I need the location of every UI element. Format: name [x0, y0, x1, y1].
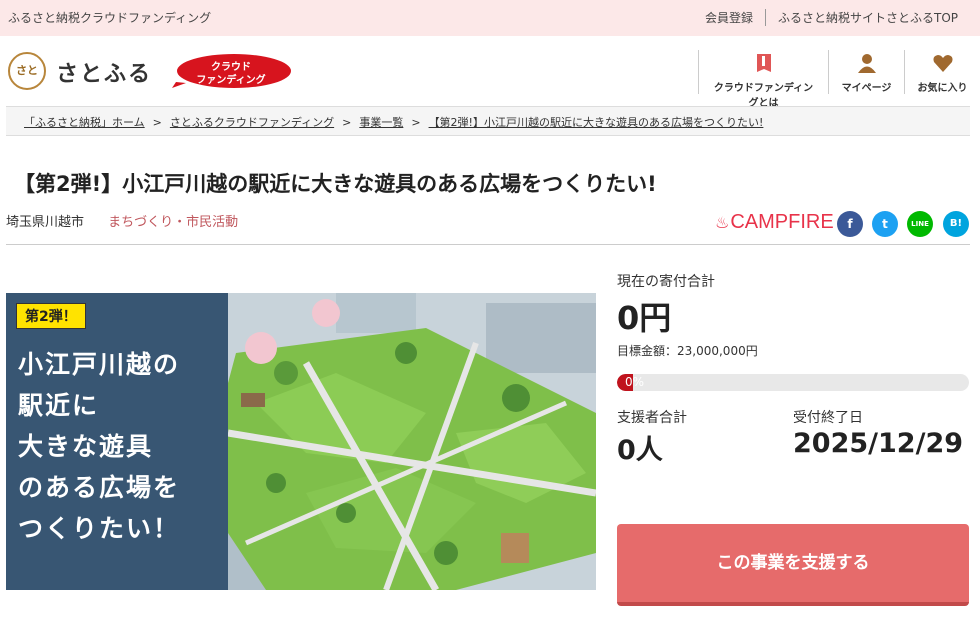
top-links: 会員登録 ふるさと納税サイトさとふるTOP — [693, 9, 970, 26]
twitter-share-icon[interactable]: t — [872, 211, 898, 237]
hero-tag: 第2弾！ — [16, 303, 86, 329]
divider — [6, 244, 970, 245]
progress-percent: 0% — [625, 375, 645, 389]
project-city: 埼玉県川越市 — [6, 215, 85, 230]
logo-text[interactable]: さとふる — [56, 56, 152, 88]
breadcrumb-current[interactable]: 【第2弾!】小江戸川越の駅近に大きな遊具のある広場をつくりたい! — [429, 116, 764, 129]
project-meta: 埼玉県川越市 まちづくり・市民活動 — [6, 211, 238, 230]
hero-line-3: 大きな遊具 — [18, 432, 154, 461]
facebook-share-icon[interactable]: f — [837, 211, 863, 237]
logo-icon[interactable]: さと — [8, 52, 46, 90]
site-header: さと さとふる クラウド ファンディング クラウドファンディングとは マイページ — [0, 36, 980, 109]
hero-line-4: のある広場を — [18, 473, 181, 502]
nav-favorites-label: お気に入り — [917, 83, 968, 94]
hero-line-1: 小江戸川越の — [18, 350, 181, 379]
supporters-label: 支援者合計 — [617, 410, 687, 426]
deadline-label: 受付終了日 — [793, 410, 863, 426]
page-title: 【第2弾!】小江戸川越の駅近に大きな遊具のある広場をつくりたい! — [14, 172, 657, 196]
badge-line2: ファンディング — [196, 75, 266, 86]
nav-mypage-label: マイページ — [841, 83, 892, 94]
nav-mypage[interactable]: マイページ — [828, 50, 904, 94]
support-button[interactable]: この事業を支援する — [617, 524, 969, 606]
goal-amount: 目標金額：23,000,000円 — [617, 344, 758, 358]
book-icon — [756, 54, 771, 72]
hero-line-5: つくりたい！ — [18, 514, 181, 543]
crowdfunding-badge[interactable]: クラウド ファンディング — [170, 52, 292, 90]
campfire-label: CAMPFIRE — [730, 211, 834, 233]
top-bar: ふるさと納税クラウドファンディング 会員登録 ふるさと納税サイトさとふるTOP — [0, 0, 980, 36]
breadcrumb-projects[interactable]: 事業一覧 — [359, 116, 403, 129]
breadcrumb-separator: > — [152, 116, 162, 129]
breadcrumb-separator: > — [342, 116, 352, 129]
nav-about-crowdfunding[interactable]: クラウドファンディングとは — [698, 50, 828, 109]
member-register-link[interactable]: 会員登録 — [693, 9, 765, 26]
nav-favorites[interactable]: お気に入り — [904, 50, 980, 94]
hero-line-2: 駅近に — [18, 391, 100, 420]
flame-icon: ♨ — [715, 215, 730, 232]
site-name[interactable]: ふるさと納税クラウドファンディング — [8, 9, 211, 26]
breadcrumb: 「ふるさと納税」ホーム > さとふるクラウドファンディング > 事業一覧 > 【第2弾!】小… — [6, 106, 970, 136]
satofull-top-link[interactable]: ふるさと納税サイトさとふるTOP — [764, 9, 970, 26]
progress-bar: 0% — [617, 374, 969, 391]
supporters-value: 0人 — [617, 435, 663, 466]
project-category[interactable]: まちづくり・市民活動 — [108, 215, 238, 230]
user-icon — [857, 54, 876, 73]
breadcrumb-crowdfunding[interactable]: さとふるクラウドファンディング — [170, 116, 334, 129]
heart-icon — [933, 55, 952, 72]
breadcrumb-home[interactable]: 「ふるさと納税」ホーム — [24, 116, 145, 129]
deadline-value: 2025/12/29 — [793, 428, 964, 459]
total-value: 0円 — [617, 299, 672, 337]
header-nav: クラウドファンディングとは マイページ お気に入り — [698, 50, 980, 109]
breadcrumb-separator: > — [411, 116, 421, 129]
hero-image: 第2弾！ 小江戸川越の 駅近に 大きな遊具 のある広場を つくりたい！ — [6, 293, 596, 590]
hatena-bookmark-icon[interactable]: B! — [943, 211, 969, 237]
total-label: 現在の寄付合計 — [617, 274, 715, 290]
line-share-icon[interactable]: LINE — [907, 211, 933, 237]
campfire-logo: ♨CAMPFIRE — [715, 211, 834, 234]
